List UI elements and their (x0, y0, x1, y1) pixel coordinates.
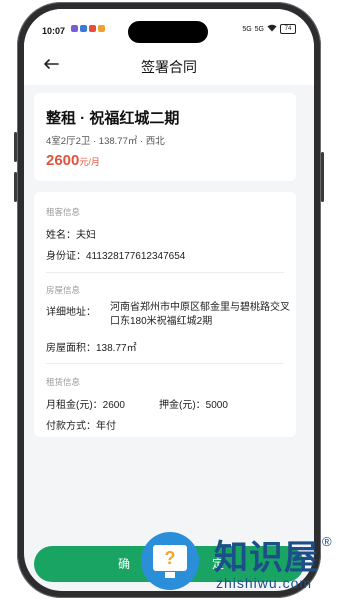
area-row: 房屋面积：138.77㎡ (46, 339, 137, 354)
status-bar: 10:07 5G 5G 74 (24, 9, 314, 45)
app-notification-icon (80, 25, 87, 32)
area-value: 138.77㎡ (96, 343, 137, 354)
area-label: 房屋面积： (46, 343, 96, 354)
monthly-rent-label: 月租金(元)： (46, 400, 103, 411)
deposit-row: 押金(元)：5000 (159, 396, 228, 411)
address-label: 详细地址： (46, 307, 96, 318)
phone-frame: 10:07 5G 5G 74 签署合同 整租 · 祝福红城二期 4室2厅2卫 ·… (14, 2, 324, 598)
phone-power-button (321, 152, 324, 202)
confirm-button-label: 确 (118, 557, 131, 571)
signal-icon: 5G (242, 25, 252, 33)
monthly-rent-row: 月租金(元)：2600 (46, 396, 125, 411)
house-price: 2600元/月 (46, 152, 100, 170)
dynamic-island (128, 21, 208, 43)
app-notification-icon (71, 25, 78, 32)
house-summary-card: 整租 · 祝福红城二期 4室2厅2卫 · 138.77㎡ · 西北 2600元/… (34, 93, 296, 181)
rent-section-label: 租赁信息 (46, 377, 81, 387)
name-label: 姓名： (46, 230, 76, 241)
id-label: 身份证： (46, 251, 86, 262)
price-value: 2600 (46, 152, 80, 169)
payment-label: 付款方式： (46, 421, 96, 432)
tenant-section-label: 租客信息 (46, 207, 81, 217)
payment-row: 付款方式：年付 (46, 417, 116, 432)
payment-value: 年付 (96, 421, 116, 432)
phone-side-button (14, 132, 17, 162)
id-value: 411328177612347654 (86, 251, 186, 262)
wifi-icon (267, 24, 277, 34)
app-notification-icon (98, 25, 105, 32)
monthly-rent-value: 2600 (102, 400, 125, 411)
name-value: 夫妇 (76, 230, 96, 241)
deposit-label: 押金(元)： (159, 400, 206, 411)
battery-icon: 74 (280, 24, 296, 34)
price-unit: 元/月 (79, 157, 100, 167)
phone-screen: 10:07 5G 5G 74 签署合同 整租 · 祝福红城二期 4室2厅2卫 ·… (24, 9, 314, 591)
status-time: 10:07 (42, 26, 66, 36)
house-section-label: 房屋信息 (46, 285, 81, 295)
house-title: 整租 · 祝福红城二期 (46, 110, 180, 127)
watermark-title: 知识屋 (214, 539, 319, 577)
watermark-subtitle: zhishiwu.com (216, 575, 313, 591)
house-meta: 4室2厅2卫 · 138.77㎡ · 西北 (46, 136, 165, 147)
question-mark-icon: ? (164, 548, 176, 568)
tenant-id-row: 身份证：411328177612347654 (46, 247, 185, 262)
signal-icon: 5G (254, 25, 264, 33)
system-icons: 5G 5G 74 (242, 24, 296, 34)
phone-side-button (14, 172, 17, 202)
deposit-value: 5000 (205, 400, 228, 411)
tenant-name-row: 姓名：夫妇 (46, 226, 96, 241)
watermark-registered: ® (322, 534, 332, 549)
address-value: 河南省郑州市中原区郁金里与碧桃路交叉口东180米祝福红城2期 (110, 302, 290, 327)
app-notification-icon (89, 25, 96, 32)
watermark-monitor-stand (165, 572, 175, 578)
nav-bar: 签署合同 (24, 45, 314, 85)
divider (46, 363, 284, 364)
notification-icons (71, 25, 105, 32)
divider (46, 272, 284, 273)
page-title: 签署合同 (141, 59, 197, 75)
contract-info-card: 租客信息 姓名：夫妇 身份证：411328177612347654 房屋信息 详… (34, 192, 296, 437)
